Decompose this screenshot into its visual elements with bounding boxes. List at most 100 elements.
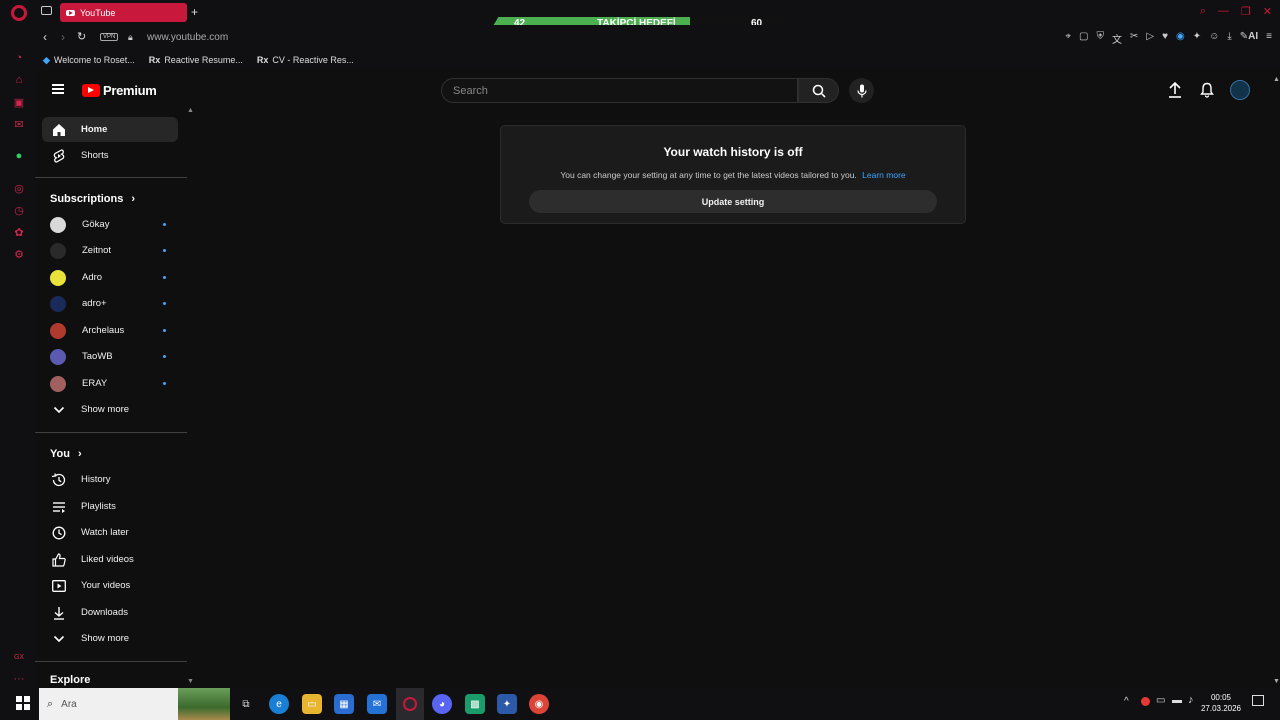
tray-overflow-icon[interactable]: ^ bbox=[1124, 696, 1129, 707]
subscription-item[interactable]: Archelaus bbox=[42, 318, 178, 343]
history-sidebar-icon[interactable]: ◷ bbox=[12, 203, 26, 217]
bookmark-icon[interactable]: ▢ bbox=[1079, 31, 1088, 46]
network-icon[interactable]: ▭ bbox=[1156, 695, 1165, 706]
reload-icon[interactable]: ↻ bbox=[77, 30, 86, 43]
volume-icon[interactable]: ♪ bbox=[1188, 694, 1194, 706]
show-more-you-button[interactable]: Show more bbox=[42, 626, 178, 651]
taskbar-clock[interactable]: 00:05 27.03.2026 bbox=[1201, 692, 1241, 714]
ai-icon[interactable]: ✎AI bbox=[1240, 31, 1258, 46]
heart-icon[interactable]: ♥ bbox=[1162, 31, 1168, 46]
close-icon[interactable]: ✕ bbox=[1263, 5, 1272, 18]
extensions-sidebar-icon[interactable]: ✿ bbox=[12, 225, 26, 239]
scroll-down-arrow-icon[interactable]: ▼ bbox=[1273, 678, 1280, 685]
opera-gx-taskbar-icon[interactable] bbox=[396, 688, 424, 720]
user-icon[interactable]: ☺ bbox=[1209, 31, 1219, 46]
youtube-premium-logo[interactable]: Premium bbox=[82, 83, 157, 98]
vpn-badge[interactable]: VPN bbox=[100, 33, 119, 41]
guide-item-watch-later[interactable]: Watch later bbox=[42, 520, 178, 545]
tab-youtube[interactable]: YouTube bbox=[60, 3, 187, 22]
game-app-icon[interactable]: ▩ bbox=[465, 694, 485, 714]
lock-icon[interactable]: 🔒︎ bbox=[128, 32, 133, 43]
subscription-item[interactable]: Zeitnot bbox=[42, 238, 178, 263]
learn-more-link[interactable]: Learn more bbox=[862, 170, 905, 180]
translate-icon[interactable]: 文 bbox=[1112, 31, 1122, 46]
back-icon[interactable]: ‹ bbox=[43, 30, 47, 44]
steam-like-icon[interactable]: ✦ bbox=[497, 694, 517, 714]
you-heading[interactable]: You › bbox=[50, 448, 82, 460]
tab-menu-icon[interactable] bbox=[41, 6, 52, 15]
scroll-up-arrow-icon[interactable]: ▲ bbox=[1273, 76, 1280, 83]
tray-record-icon[interactable] bbox=[1141, 697, 1150, 706]
bookmark-item[interactable]: Rx Reactive Resume... bbox=[149, 55, 243, 65]
guide-scrollbar[interactable]: ▲ ▼ bbox=[187, 107, 195, 688]
url-field[interactable]: www.youtube.com bbox=[147, 32, 228, 43]
restore-icon[interactable]: ❐ bbox=[1241, 5, 1251, 18]
voice-search-button[interactable] bbox=[849, 78, 874, 103]
subscription-item[interactable]: Gökay bbox=[42, 212, 178, 237]
player-icon[interactable]: ▷ bbox=[1146, 31, 1154, 46]
guide-item-shorts[interactable]: Shorts bbox=[42, 143, 178, 168]
gmail-icon[interactable]: ✉ bbox=[12, 117, 26, 131]
aria-icon[interactable]: ◔ bbox=[12, 51, 26, 65]
guide-item-your-videos[interactable]: Your videos bbox=[42, 573, 178, 598]
subscriptions-heading[interactable]: Subscriptions › bbox=[50, 193, 135, 205]
notification-center-icon[interactable] bbox=[1252, 695, 1264, 706]
new-content-dot bbox=[163, 276, 166, 279]
new-content-dot bbox=[163, 329, 166, 332]
crypto-wallet-icon[interactable]: ⌂ bbox=[12, 73, 26, 87]
twitch-icon[interactable]: ▣ bbox=[12, 95, 26, 109]
windows-start-icon[interactable] bbox=[16, 696, 30, 710]
chrome-icon[interactable]: ◉ bbox=[529, 694, 549, 714]
file-explorer-icon[interactable]: ▭ bbox=[302, 694, 322, 714]
update-setting-button[interactable]: Update setting bbox=[529, 190, 937, 213]
opera-logo-icon[interactable] bbox=[11, 5, 27, 21]
subscription-item[interactable]: ERAY bbox=[42, 371, 178, 396]
search-button[interactable] bbox=[798, 78, 839, 103]
subscription-item[interactable]: Adro bbox=[42, 265, 178, 290]
notifications-bell-icon[interactable] bbox=[1200, 82, 1214, 98]
upload-icon[interactable] bbox=[1168, 82, 1182, 98]
guide-item-home[interactable]: Home bbox=[42, 117, 178, 142]
extensions-icon[interactable]: ✦ bbox=[1193, 31, 1201, 46]
guide-item-liked-videos[interactable]: Liked videos bbox=[42, 547, 178, 572]
menu-icon[interactable]: ≡ bbox=[1266, 31, 1272, 46]
bookmark-item[interactable]: Rx CV - Reactive Res... bbox=[257, 55, 354, 65]
subscription-item[interactable]: TaoWB bbox=[42, 344, 178, 369]
search-tabs-icon[interactable]: ⌕ bbox=[1200, 5, 1206, 18]
discord-icon[interactable]: ◕ bbox=[432, 694, 452, 714]
scroll-up-arrow-icon[interactable]: ▲ bbox=[187, 107, 194, 114]
subscription-item[interactable]: adro+ bbox=[42, 291, 178, 316]
forward-icon[interactable]: › bbox=[61, 30, 65, 44]
guide-menu-icon[interactable] bbox=[52, 84, 64, 94]
new-tab-button[interactable]: + bbox=[191, 5, 198, 19]
taskbar-search-input[interactable]: ⌕ Ara bbox=[39, 688, 230, 720]
downloads-icon[interactable]: ⤓ bbox=[1227, 31, 1231, 46]
guide-item-history[interactable]: History bbox=[42, 467, 178, 492]
search-input[interactable]: Search bbox=[441, 78, 798, 103]
guide-item-downloads[interactable]: Downloads bbox=[42, 600, 178, 625]
gx-icon[interactable]: GX bbox=[12, 650, 26, 664]
new-content-dot bbox=[163, 382, 166, 385]
task-view-icon[interactable]: ⧉ bbox=[236, 694, 256, 714]
more-sidebar-icon[interactable]: ··· bbox=[12, 672, 26, 686]
watch-history-off-card: Your watch history is off You can change… bbox=[500, 125, 966, 224]
adblock-icon[interactable]: ⛨ bbox=[1096, 31, 1104, 46]
mail-icon[interactable]: ✉ bbox=[367, 694, 387, 714]
channel-avatar bbox=[50, 375, 66, 392]
profile-ext-icon[interactable]: ◉ bbox=[1176, 31, 1185, 46]
minimize-icon[interactable]: — bbox=[1218, 5, 1229, 18]
guide-item-playlists[interactable]: Playlists bbox=[42, 494, 178, 519]
instagram-icon[interactable]: ◎ bbox=[12, 181, 26, 195]
snapshot-icon[interactable]: ✂ bbox=[1130, 31, 1138, 46]
whatsapp-icon[interactable]: ● bbox=[12, 149, 26, 163]
account-avatar[interactable] bbox=[1230, 80, 1250, 100]
edge-icon[interactable]: e bbox=[269, 694, 289, 714]
scroll-down-arrow-icon[interactable]: ▼ bbox=[187, 678, 194, 685]
home-icon bbox=[51, 122, 66, 137]
store-icon[interactable]: ▦ bbox=[334, 694, 354, 714]
pin-icon[interactable]: ⌖ bbox=[1065, 31, 1071, 46]
show-more-subscriptions-button[interactable]: Show more bbox=[42, 397, 178, 422]
settings-sidebar-icon[interactable]: ⚙ bbox=[12, 247, 26, 261]
bookmark-item[interactable]: ◆ Welcome to Roset... bbox=[43, 55, 135, 66]
battery-icon[interactable]: ▬ bbox=[1172, 695, 1182, 706]
